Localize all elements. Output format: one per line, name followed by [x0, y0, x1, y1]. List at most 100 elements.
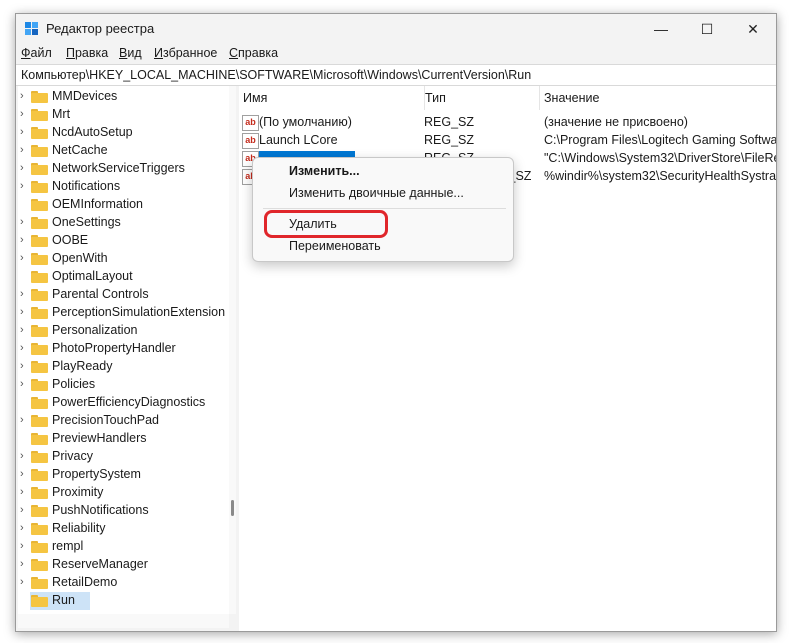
tree-item[interactable]: › PhotoPropertyHandler	[18, 340, 229, 358]
tree-item[interactable]: › OpenWith	[18, 250, 229, 268]
chevron-right-icon[interactable]: ›	[20, 324, 24, 336]
chevron-right-icon[interactable]: ›	[20, 378, 24, 390]
chevron-right-icon[interactable]: ›	[20, 468, 24, 480]
tree-item[interactable]: › NetCache	[18, 142, 229, 160]
ctx-rename[interactable]: Переименовать	[289, 239, 381, 253]
tree-item-label: MMDevices	[52, 89, 118, 103]
address-bar[interactable]: Компьютер\HKEY_LOCAL_MACHINE\SOFTWARE\Mi…	[16, 64, 776, 86]
menu-view-rest: ид	[127, 46, 142, 60]
minimize-button[interactable]: —	[638, 14, 684, 44]
value-data: %windir%\system32\SecurityHealthSystray.	[544, 169, 776, 183]
tree-item-label: NcdAutoSetup	[52, 125, 133, 139]
ctx-modify-binary[interactable]: Изменить двоичные данные...	[289, 186, 464, 200]
tree-item[interactable]: › PlayReady	[18, 358, 229, 376]
folder-icon	[31, 127, 48, 139]
tree-item[interactable]: Run	[18, 592, 229, 610]
tree-item[interactable]: › Proximity	[18, 484, 229, 502]
tree-item[interactable]: PowerEfficiencyDiagnostics	[18, 394, 229, 412]
chevron-right-icon[interactable]: ›	[20, 252, 24, 264]
tree-item[interactable]: › PerceptionSimulationExtension	[18, 304, 229, 322]
tree-item[interactable]: › Policies	[18, 376, 229, 394]
menu-file-rest: айл	[30, 46, 52, 60]
column-header-data[interactable]: Значение	[544, 86, 776, 110]
menu-view[interactable]: Вид	[119, 46, 142, 60]
menu-edit[interactable]: Правка	[66, 46, 108, 60]
registry-key-tree[interactable]: › MMDevices › Mrt › NcdAutoSetup › NetCache › Net…	[18, 86, 229, 614]
tree-item[interactable]: › NcdAutoSetup	[18, 124, 229, 142]
chevron-right-icon[interactable]: ›	[20, 504, 24, 516]
chevron-right-icon[interactable]: ›	[20, 486, 24, 498]
chevron-right-icon[interactable]: ›	[20, 180, 24, 192]
chevron-right-icon[interactable]: ›	[20, 576, 24, 588]
tree-item[interactable]: › Mrt	[18, 106, 229, 124]
value-row[interactable]: ab Launch LCore REG_SZ C:\Program Files\Log…	[239, 132, 776, 150]
chevron-right-icon[interactable]: ›	[20, 288, 24, 300]
folder-icon	[31, 379, 48, 391]
tree-item[interactable]: › rempl	[18, 538, 229, 556]
tree-item[interactable]: › MMDevices	[18, 88, 229, 106]
column-header-name[interactable]: Имя	[239, 86, 425, 110]
tree-item[interactable]: › Personalization	[18, 322, 229, 340]
title-bar[interactable]: Редактор реестра — ☐ ✕	[16, 14, 776, 44]
tree-scroll-thumb[interactable]	[231, 500, 234, 516]
chevron-right-icon[interactable]: ›	[20, 414, 24, 426]
tree-item[interactable]: PreviewHandlers	[18, 430, 229, 448]
tree-item[interactable]: › Privacy	[18, 448, 229, 466]
chevron-right-icon[interactable]: ›	[20, 126, 24, 138]
folder-icon	[31, 325, 48, 337]
chevron-right-icon[interactable]: ›	[20, 108, 24, 120]
folder-icon	[31, 109, 48, 121]
chevron-right-icon[interactable]: ›	[20, 234, 24, 246]
tree-item[interactable]: › ReserveManager	[18, 556, 229, 574]
folder-icon	[31, 163, 48, 175]
tree-item-label: PowerEfficiencyDiagnostics	[52, 395, 206, 409]
chevron-right-icon[interactable]: ›	[20, 558, 24, 570]
tree-item-label: rempl	[52, 539, 84, 553]
tree-item[interactable]: › Parental Controls	[18, 286, 229, 304]
address-path[interactable]: Компьютер\HKEY_LOCAL_MACHINE\SOFTWARE\Mi…	[21, 68, 531, 82]
chevron-right-icon[interactable]: ›	[20, 306, 24, 318]
chevron-right-icon[interactable]: ›	[20, 450, 24, 462]
ctx-modify[interactable]: Изменить...	[289, 164, 360, 178]
tree-item-label: ReserveManager	[52, 557, 148, 571]
tree-item-label: Notifications	[52, 179, 121, 193]
tree-item[interactable]: › NetworkServiceTriggers	[18, 160, 229, 178]
tree-item[interactable]: › RetailDemo	[18, 574, 229, 592]
menu-favorites[interactable]: Избранное	[154, 46, 217, 60]
menu-file[interactable]: Файл	[21, 46, 52, 60]
folder-icon	[31, 451, 48, 463]
tree-item-label: OOBE	[52, 233, 89, 247]
column-header-type[interactable]: Тип	[425, 86, 540, 110]
tree-item[interactable]: › PushNotifications	[18, 502, 229, 520]
tree-item[interactable]: › PropertySystem	[18, 466, 229, 484]
tree-item-label: Mrt	[52, 107, 71, 121]
tree-item[interactable]: › PrecisionTouchPad	[18, 412, 229, 430]
chevron-right-icon[interactable]: ›	[20, 90, 24, 102]
chevron-right-icon[interactable]: ›	[20, 540, 24, 552]
tree-item[interactable]: › OOBE	[18, 232, 229, 250]
tree-item-label: Policies	[52, 377, 96, 391]
chevron-right-icon[interactable]: ›	[20, 360, 24, 372]
chevron-right-icon[interactable]: ›	[20, 216, 24, 228]
tree-item[interactable]: OEMInformation	[18, 196, 229, 214]
tree-item-label: PropertySystem	[52, 467, 141, 481]
tree-horizontal-scrollbar[interactable]	[18, 614, 229, 628]
tree-item[interactable]: OptimalLayout	[18, 268, 229, 286]
value-row[interactable]: ab (По умолчанию) REG_SZ (значение не присв…	[239, 114, 776, 132]
value-type: REG_SZ	[424, 133, 475, 147]
value-type: REG_SZ	[424, 115, 475, 129]
menu-help[interactable]: Справка	[229, 46, 278, 60]
tree-item-label: Privacy	[52, 449, 93, 463]
chevron-right-icon[interactable]: ›	[20, 522, 24, 534]
chevron-right-icon[interactable]: ›	[20, 342, 24, 354]
tree-item[interactable]: › OneSettings	[18, 214, 229, 232]
tree-vertical-scrollbar[interactable]	[229, 86, 236, 614]
chevron-right-icon[interactable]: ›	[20, 162, 24, 174]
tree-item[interactable]: › Reliability	[18, 520, 229, 538]
chevron-right-icon[interactable]: ›	[20, 144, 24, 156]
tree-item[interactable]: › Notifications	[18, 178, 229, 196]
folder-icon	[31, 289, 48, 301]
maximize-button[interactable]: ☐	[684, 14, 730, 44]
close-button[interactable]: ✕	[730, 14, 776, 44]
menu-file-accel: Ф	[21, 46, 31, 60]
